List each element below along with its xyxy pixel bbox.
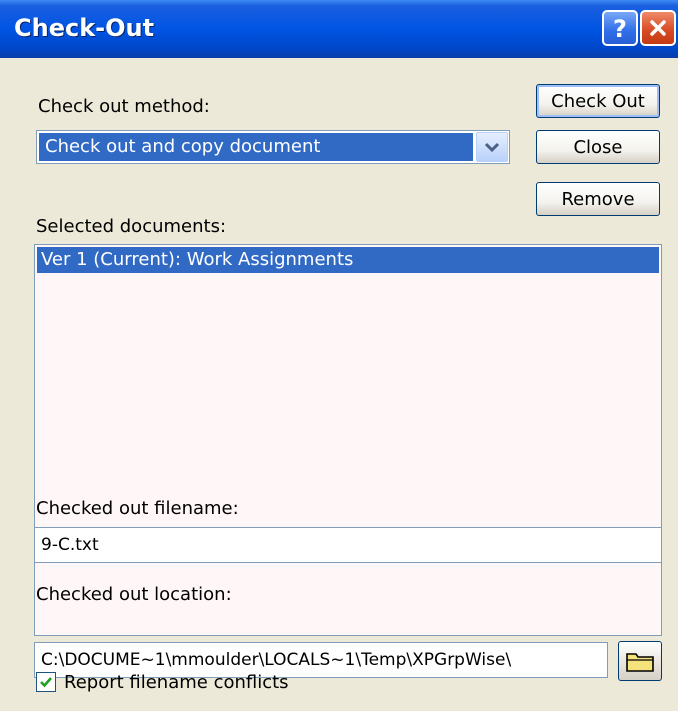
selected-documents-label: Selected documents: [36,216,227,237]
check-out-method-dropdown[interactable]: Check out and copy document [36,130,510,164]
remove-button[interactable]: Remove [536,182,660,216]
browse-location-button[interactable] [618,641,662,681]
check-out-method-label: Check out method: [38,96,210,117]
check-out-button[interactable]: Check Out [536,84,660,118]
checked-out-location-label: Checked out location: [36,584,232,605]
window-title: Check-Out [14,14,155,42]
check-out-method-value: Check out and copy document [39,133,473,161]
folder-icon [626,653,654,672]
list-item[interactable]: Ver 1 (Current): Work Assignments [37,247,659,273]
dropdown-toggle[interactable] [476,132,508,162]
help-question-icon: ? [613,15,627,41]
report-filename-conflicts-label[interactable]: Report filename conflicts [64,672,289,693]
close-x-icon [650,20,666,36]
chevron-down-icon [484,142,500,153]
svg-text:?: ? [613,15,627,41]
checked-out-filename-label: Checked out filename: [36,498,239,519]
checkmark-icon [40,677,52,688]
title-bar[interactable]: Check-Out ? [0,0,678,58]
help-button[interactable]: ? [602,10,638,46]
check-out-dialog: Check-Out ? Check out method: Check out … [0,0,678,711]
close-window-button[interactable] [640,10,676,46]
selected-documents-list[interactable]: Ver 1 (Current): Work Assignments [34,244,662,636]
close-button[interactable]: Close [536,130,660,164]
report-filename-conflicts-checkbox[interactable] [36,672,56,692]
checked-out-filename-field[interactable]: 9-C.txt [34,527,662,563]
